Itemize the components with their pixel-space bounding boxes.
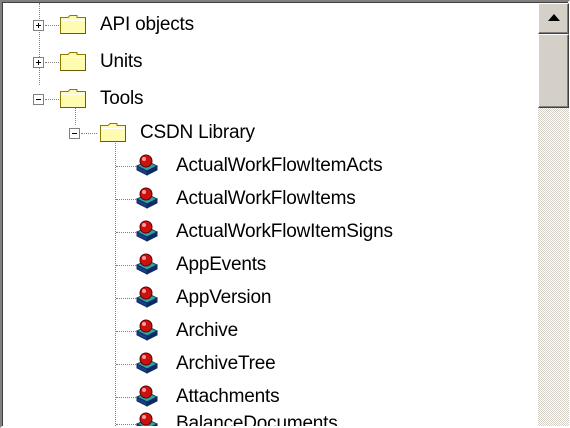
tree-connector <box>45 99 59 100</box>
tree-node-table[interactable]: Archive <box>3 316 538 347</box>
tree-view-border: API objects Units Tools CSDN Library Act… <box>2 2 569 426</box>
tree-connector <box>116 397 136 398</box>
tree-view[interactable]: API objects Units Tools CSDN Library Act… <box>3 3 538 426</box>
collapse-minus-icon[interactable] <box>33 94 44 105</box>
tree-connector <box>116 424 136 425</box>
tree-node-api-objects[interactable]: API objects <box>3 10 538 41</box>
tree-node-label: API objects <box>100 14 194 35</box>
tree-connector <box>116 331 136 332</box>
tree-node-table[interactable]: AppVersion <box>3 283 538 314</box>
tree-node-label: ActualWorkFlowItemActs <box>176 155 383 176</box>
tree-node-label: Archive <box>176 320 238 341</box>
tree-node-label: Attachments <box>176 386 280 407</box>
tree-node-label: ActualWorkFlowItemSigns <box>176 221 393 242</box>
expand-plus-icon[interactable] <box>33 57 44 68</box>
vertical-scrollbar[interactable] <box>538 3 569 426</box>
folder-icon <box>100 123 126 142</box>
scrollbar-thumb[interactable] <box>538 34 569 108</box>
tree-connector <box>81 133 97 134</box>
database-table-icon <box>135 352 159 374</box>
tree-node-table[interactable]: BalanceDocuments <box>3 409 538 426</box>
tree-node-table[interactable]: ArchiveTree <box>3 349 538 380</box>
arrow-up-icon <box>548 14 560 21</box>
folder-icon <box>60 89 86 108</box>
folder-icon <box>60 52 86 71</box>
tree-node-label: Tools <box>100 88 144 109</box>
tree-node-units[interactable]: Units <box>3 47 538 78</box>
tree-node-table[interactable]: ActualWorkFlowItems <box>3 184 538 215</box>
tree-node-table[interactable]: AppEvents <box>3 250 538 281</box>
database-table-icon <box>135 154 159 176</box>
database-table-icon <box>135 220 159 242</box>
database-table-icon <box>135 286 159 308</box>
database-table-icon <box>135 253 159 275</box>
tree-connector <box>116 265 136 266</box>
folder-icon <box>60 15 86 34</box>
tree-connector <box>116 298 136 299</box>
tree-node-label: BalanceDocuments <box>176 413 338 426</box>
tree-connector <box>45 62 59 63</box>
tree-node-label: ActualWorkFlowItems <box>176 188 356 209</box>
tree-node-label: ArchiveTree <box>176 353 276 374</box>
collapse-minus-icon[interactable] <box>69 128 80 139</box>
tree-connector <box>116 166 136 167</box>
tree-node-table[interactable]: ActualWorkFlowItemSigns <box>3 217 538 248</box>
expand-plus-icon[interactable] <box>33 20 44 31</box>
tree-node-label: CSDN Library <box>140 122 255 143</box>
database-table-icon <box>135 385 159 407</box>
tree-node-csdn-library[interactable]: CSDN Library <box>3 118 538 149</box>
tree-connector <box>116 232 136 233</box>
database-table-icon <box>135 412 159 426</box>
tree-node-label: Units <box>100 51 143 72</box>
tree-node-table[interactable]: ActualWorkFlowItemActs <box>3 151 538 182</box>
tree-node-label: AppVersion <box>176 287 272 308</box>
tree-connector <box>116 364 136 365</box>
database-table-icon <box>135 319 159 341</box>
tree-node-label: AppEvents <box>176 254 267 275</box>
tree-view-frame: API objects Units Tools CSDN Library Act… <box>0 0 570 428</box>
tree-connector <box>45 25 59 26</box>
tree-node-tools[interactable]: Tools <box>3 84 538 115</box>
tree-connector <box>116 199 136 200</box>
database-table-icon <box>135 187 159 209</box>
scroll-up-button[interactable] <box>538 3 569 34</box>
